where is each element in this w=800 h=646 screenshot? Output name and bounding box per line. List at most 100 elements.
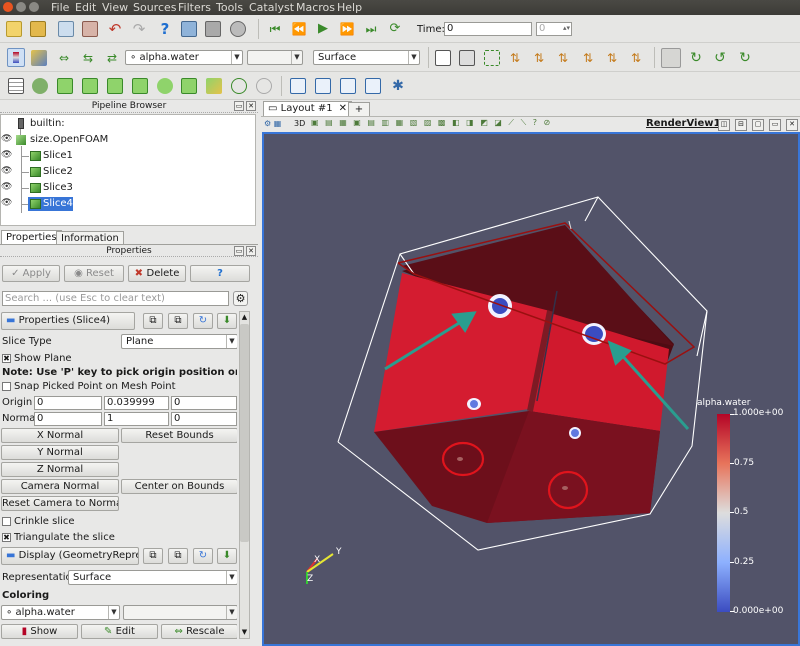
loop-icon[interactable]: ⟳: [387, 21, 403, 37]
show-colorbar-button[interactable]: ▮ Show: [1, 624, 78, 639]
view-3d-toggle[interactable]: 3D: [294, 119, 305, 128]
properties-section-header[interactable]: ▬ Properties (Slice4): [1, 312, 135, 330]
float-panel-icon[interactable]: ▭: [234, 246, 244, 256]
rescale-range-icon[interactable]: ⇔: [56, 50, 72, 66]
view-minus-x-icon[interactable]: ⇅: [531, 50, 547, 66]
glyph-icon[interactable]: [157, 78, 173, 94]
close-tab-icon[interactable]: ✕: [339, 103, 347, 114]
tab-layout-1[interactable]: ▭ Layout #1 ✕: [263, 101, 352, 116]
apply-button[interactable]: ✓ Apply: [2, 265, 60, 282]
clear-selection-icon[interactable]: ✱: [390, 78, 406, 94]
disconnect-icon[interactable]: [205, 21, 221, 37]
reset-button[interactable]: ◉ Reset: [64, 265, 124, 282]
select-points-on-icon[interactable]: [315, 78, 331, 94]
menu-filters[interactable]: Filters: [178, 1, 211, 14]
view-minus-z-icon[interactable]: ⇅: [628, 50, 644, 66]
warp-vector-icon[interactable]: [206, 78, 222, 94]
reset-camera-icon[interactable]: [435, 50, 451, 66]
show-plane-checkbox[interactable]: ✖: [2, 354, 11, 363]
coloring-component-select[interactable]: ▼: [123, 605, 237, 620]
reset-bounds-button[interactable]: Reset Bounds: [121, 428, 237, 443]
pipeline-item-slice3[interactable]: Slice3: [43, 182, 73, 193]
first-frame-icon[interactable]: ⏮: [267, 21, 283, 37]
play-icon[interactable]: ▶: [315, 21, 331, 37]
render-view[interactable]: X Y Z alpha.water 1.000e+00 0.75 0.5 0.2…: [262, 132, 800, 646]
zoom-to-data-icon[interactable]: [459, 50, 475, 66]
save-state-icon[interactable]: [58, 21, 74, 37]
advanced-gear-icon[interactable]: ⚙: [233, 291, 248, 306]
extract-level-icon[interactable]: [256, 78, 272, 94]
stream-tracer-icon[interactable]: [181, 78, 197, 94]
triangulate-checkbox[interactable]: ✖: [2, 533, 11, 542]
axes-grid-icon[interactable]: [661, 48, 681, 68]
connect-icon[interactable]: [181, 21, 197, 37]
close-view-icon[interactable]: ✕: [786, 119, 798, 131]
select-cells-on-icon[interactable]: [290, 78, 306, 94]
zoom-box-icon[interactable]: [484, 50, 500, 66]
visibility-eye-icon[interactable]: 👁: [1, 134, 12, 144]
close-panel-icon[interactable]: ✕: [246, 101, 256, 111]
search-input[interactable]: Search ... (use Esc to clear text): [2, 291, 229, 306]
component-combo[interactable]: ▼: [247, 50, 303, 65]
view-plus-x-icon[interactable]: ⇅: [507, 50, 523, 66]
view-minus-y-icon[interactable]: ⇅: [580, 50, 596, 66]
visibility-eye-icon[interactable]: 👁: [1, 198, 12, 208]
close-panel-icon[interactable]: ✕: [246, 246, 256, 256]
time-input[interactable]: 0: [444, 22, 532, 36]
rescale-visible-icon[interactable]: ⇄: [104, 50, 120, 66]
menu-file[interactable]: File: [51, 1, 69, 14]
slice-filter-icon[interactable]: [82, 78, 98, 94]
open-folder-icon[interactable]: [30, 21, 46, 37]
origin-y-input[interactable]: 0.039999: [104, 396, 169, 410]
undo-icon[interactable]: ↶: [107, 21, 123, 37]
threshold-icon[interactable]: [107, 78, 123, 94]
menu-tools[interactable]: Tools: [216, 1, 243, 14]
save-default-icon[interactable]: ⬇: [217, 548, 237, 564]
rescale-custom-icon[interactable]: ⇆: [80, 50, 96, 66]
normal-z-input[interactable]: 0: [171, 412, 237, 426]
representation-select[interactable]: Surface ▼: [68, 570, 237, 585]
select-cells-through-icon[interactable]: [340, 78, 356, 94]
origin-z-input[interactable]: 0: [171, 396, 237, 410]
x-normal-button[interactable]: X Normal: [1, 428, 119, 443]
split-vertical-icon[interactable]: ⊟: [735, 119, 747, 131]
paste-icon[interactable]: ⧉: [168, 313, 188, 329]
previous-frame-icon[interactable]: ⏪: [291, 21, 307, 37]
y-normal-button[interactable]: Y Normal: [1, 445, 119, 460]
contour-icon[interactable]: [32, 78, 48, 94]
menu-help[interactable]: Help: [337, 1, 362, 14]
redo-icon[interactable]: ↷: [131, 21, 147, 37]
rotate-90-cw-icon[interactable]: ↻: [688, 50, 704, 66]
close-window-icon[interactable]: [3, 2, 13, 12]
pipeline-item-slice1[interactable]: Slice1: [43, 150, 73, 161]
camera-link-icon[interactable]: [230, 21, 246, 37]
menu-macros[interactable]: Macros: [296, 1, 335, 14]
pipeline-item-slice2[interactable]: Slice2: [43, 166, 73, 177]
select-points-through-icon[interactable]: [365, 78, 381, 94]
menu-catalyst[interactable]: Catalyst: [249, 1, 294, 14]
group-datasets-icon[interactable]: [231, 78, 247, 94]
restore-default-icon[interactable]: ↻: [193, 548, 213, 564]
reset-camera-normal-button[interactable]: Reset Camera to Normal: [1, 496, 119, 511]
open-file-icon[interactable]: [6, 21, 22, 37]
rescale-button[interactable]: ⇔ Rescale: [161, 624, 237, 639]
visibility-eye-icon[interactable]: 👁: [1, 182, 12, 192]
split-horizontal-icon[interactable]: ◫: [718, 119, 730, 131]
color-palette-icon[interactable]: [31, 50, 47, 66]
paste-icon[interactable]: ⧉: [168, 548, 188, 564]
rotate-90-ccw-icon[interactable]: ↺: [712, 50, 728, 66]
pipeline-item-slice4[interactable]: Slice4: [43, 198, 73, 209]
pipeline-item-openfoam[interactable]: size.OpenFOAM: [30, 134, 108, 145]
maximize-window-icon[interactable]: [29, 2, 39, 12]
array-combo[interactable]: ∘ alpha.water ▼: [125, 50, 243, 65]
view-toolbar-icons[interactable]: ⚙ ▦: [264, 119, 281, 128]
selection-tools-icons[interactable]: ▣ ▤ ▦ ▣ ▤ ▥ ▦ ▧ ▨ ▩ ◧ ◨ ◩ ◪ ⟋ ⟍ ? ⊘: [311, 118, 552, 128]
display-section-header[interactable]: ▬ Display (GeometryRepres: [1, 547, 139, 565]
delete-button[interactable]: ✖ Delete: [128, 265, 186, 282]
normal-x-input[interactable]: 0: [34, 412, 102, 426]
copy-icon[interactable]: ⧉: [143, 548, 163, 564]
color-map-editor-icon[interactable]: [7, 48, 25, 67]
normal-y-input[interactable]: 1: [104, 412, 169, 426]
last-frame-icon[interactable]: ⏭: [363, 21, 379, 37]
edit-colormap-button[interactable]: ✎ Edit: [81, 624, 158, 639]
